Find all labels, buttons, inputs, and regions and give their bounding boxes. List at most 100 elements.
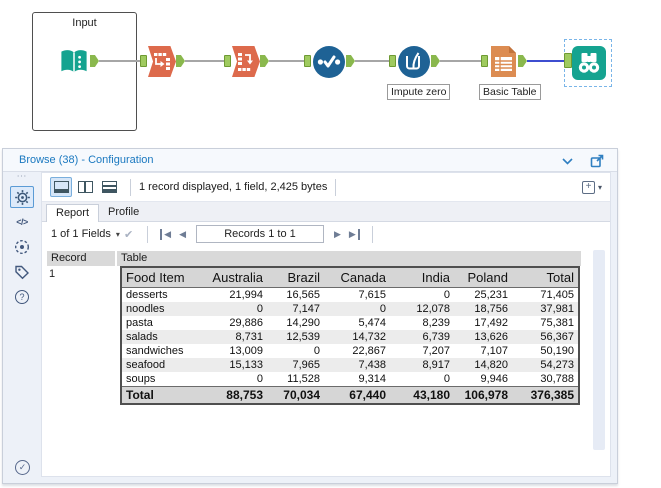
- output-anchor[interactable]: [518, 55, 527, 67]
- help-icon[interactable]: ?: [10, 286, 34, 308]
- input-anchor[interactable]: [564, 53, 572, 68]
- input-anchor[interactable]: [481, 55, 488, 67]
- last-record-button[interactable]: ▶: [349, 228, 360, 240]
- input-data-book-icon: [61, 50, 87, 73]
- value-cell: 13,626: [474, 331, 508, 343]
- report-table-head: Food Item Australia Brazil Canada India Polan…: [121, 267, 579, 288]
- output-anchor[interactable]: [176, 55, 185, 67]
- alteryx-designer: Input Impute zero Basic Table Browse (38…: [0, 0, 661, 488]
- value-cell: 8,917: [422, 359, 450, 371]
- config-main: 1 record displayed, 1 field, 2,425 bytes…: [41, 172, 611, 477]
- selected-connection-line[interactable]: [527, 60, 564, 62]
- input-anchor[interactable]: [140, 55, 147, 67]
- value-cell: 6,739: [422, 331, 450, 343]
- column-header: India: [390, 267, 454, 288]
- horizontal-split-button[interactable]: [98, 177, 120, 197]
- basic-table-tool[interactable]: [489, 45, 518, 83]
- drag-handle-icon[interactable]: ⋯: [17, 172, 28, 183]
- input-data-tool[interactable]: [59, 47, 89, 80]
- input-anchor[interactable]: [304, 55, 311, 67]
- row-label: sandwiches: [126, 345, 184, 357]
- separator: [130, 178, 131, 196]
- value-cell: 7,438: [358, 359, 386, 371]
- panel-title: Browse (38) - Configuration: [19, 154, 154, 166]
- settings-gear-icon[interactable]: [10, 186, 34, 208]
- value-cell: 50,190: [540, 345, 574, 357]
- column-header: Canada: [324, 267, 390, 288]
- table-column-header: Table: [117, 251, 581, 266]
- collapse-chevron-icon[interactable]: [559, 153, 575, 169]
- value-cell: 16,565: [286, 289, 320, 301]
- value-cell: 0: [313, 345, 320, 357]
- tag-icon[interactable]: [10, 261, 34, 283]
- value-cell: 22,867: [352, 345, 386, 357]
- workflow-canvas[interactable]: Input Impute zero Basic Table: [0, 0, 661, 146]
- output-anchor[interactable]: [260, 55, 269, 67]
- valid-check-icon: ✓: [15, 460, 30, 475]
- output-anchor[interactable]: [431, 55, 440, 67]
- value-cell: 14,290: [286, 317, 320, 329]
- target-icon[interactable]: [10, 236, 34, 258]
- transpose-tool[interactable]: [148, 46, 176, 77]
- header-row: Food Item Australia Brazil Canada India Polan…: [121, 267, 579, 288]
- dropdown-caret-icon: ▾: [597, 182, 602, 192]
- code-icon[interactable]: </>: [10, 211, 34, 233]
- tool-annotation[interactable]: Impute zero: [387, 84, 451, 100]
- cross-tab-tool[interactable]: [232, 46, 260, 77]
- table-row: desserts 21,994 16,565 7,615 0 25,231 71,405: [121, 288, 579, 303]
- connection-line[interactable]: [269, 60, 304, 62]
- config-sidebar: ⋯ </> ?: [3, 172, 41, 483]
- total-row: Total 88,753 70,034 67,440 43,180 106,978 376,…: [121, 386, 579, 404]
- value-cell: 15,133: [229, 359, 263, 371]
- vertical-split-button[interactable]: [74, 177, 96, 197]
- column-header: Poland: [454, 267, 512, 288]
- value-cell: 37,981: [540, 303, 574, 315]
- table-options-button[interactable]: + ▾: [581, 180, 602, 194]
- separator: [371, 225, 373, 243]
- tool-annotation[interactable]: Basic Table: [479, 84, 541, 100]
- next-record-button[interactable]: ▶: [334, 229, 341, 240]
- browse-tool[interactable]: [572, 46, 606, 80]
- vertical-scrollbar[interactable]: [593, 250, 605, 450]
- popout-icon[interactable]: [589, 153, 605, 169]
- row-label: soups: [126, 373, 156, 385]
- tab-profile[interactable]: Profile: [99, 204, 148, 221]
- report-table: Food Item Australia Brazil Canada India Polan…: [120, 266, 580, 405]
- value-cell: 5,474: [358, 317, 386, 329]
- output-anchor[interactable]: [346, 55, 355, 67]
- column-header: Australia: [193, 267, 267, 288]
- input-anchor[interactable]: [224, 55, 231, 67]
- value-cell: 7,615: [358, 289, 386, 301]
- value-cell: 71,405: [540, 289, 574, 301]
- connection-line[interactable]: [185, 60, 224, 62]
- tab-report[interactable]: Report: [46, 204, 100, 222]
- row-label: desserts: [126, 289, 168, 301]
- total-value: 67,440: [324, 386, 390, 404]
- single-pane-button[interactable]: [50, 177, 72, 197]
- panel-header: Browse (38) - Configuration: [3, 149, 617, 172]
- fields-caret-icon[interactable]: ▾: [116, 230, 120, 239]
- connection-line[interactable]: [440, 60, 481, 62]
- view-tabs: Report Profile: [42, 202, 610, 222]
- prev-record-button[interactable]: ◀: [179, 229, 186, 240]
- connection-line[interactable]: [99, 60, 140, 62]
- table-options-icon: +: [581, 180, 595, 194]
- check-tool[interactable]: [313, 46, 345, 78]
- value-cell: 12,078: [416, 303, 450, 315]
- total-value: 376,385: [512, 386, 579, 404]
- imputation-beaker-icon: [406, 52, 420, 70]
- table-row: sandwiches 13,009 0 22,867 7,207 7,107 50,190: [121, 344, 579, 358]
- value-cell: 0: [256, 303, 263, 315]
- value-cell: 29,886: [229, 317, 263, 329]
- record-navigation: 1 of 1 Fields ▾ ✔ ◀ ◀ Records 1 to 1 ▶ ▶: [42, 222, 610, 246]
- apply-check-icon[interactable]: ✔: [124, 228, 133, 241]
- value-cell: 8,731: [235, 331, 263, 343]
- fields-dropdown[interactable]: 1 of 1 Fields: [51, 228, 111, 240]
- cross-tab-icon: [238, 52, 253, 71]
- value-cell: 14,732: [352, 331, 386, 343]
- connection-line[interactable]: [355, 60, 389, 62]
- imputation-tool[interactable]: [398, 46, 430, 78]
- first-record-button[interactable]: ◀: [160, 228, 171, 240]
- input-anchor[interactable]: [389, 55, 396, 67]
- table-row: soups 0 11,528 9,314 0 9,946 30,788: [121, 372, 579, 387]
